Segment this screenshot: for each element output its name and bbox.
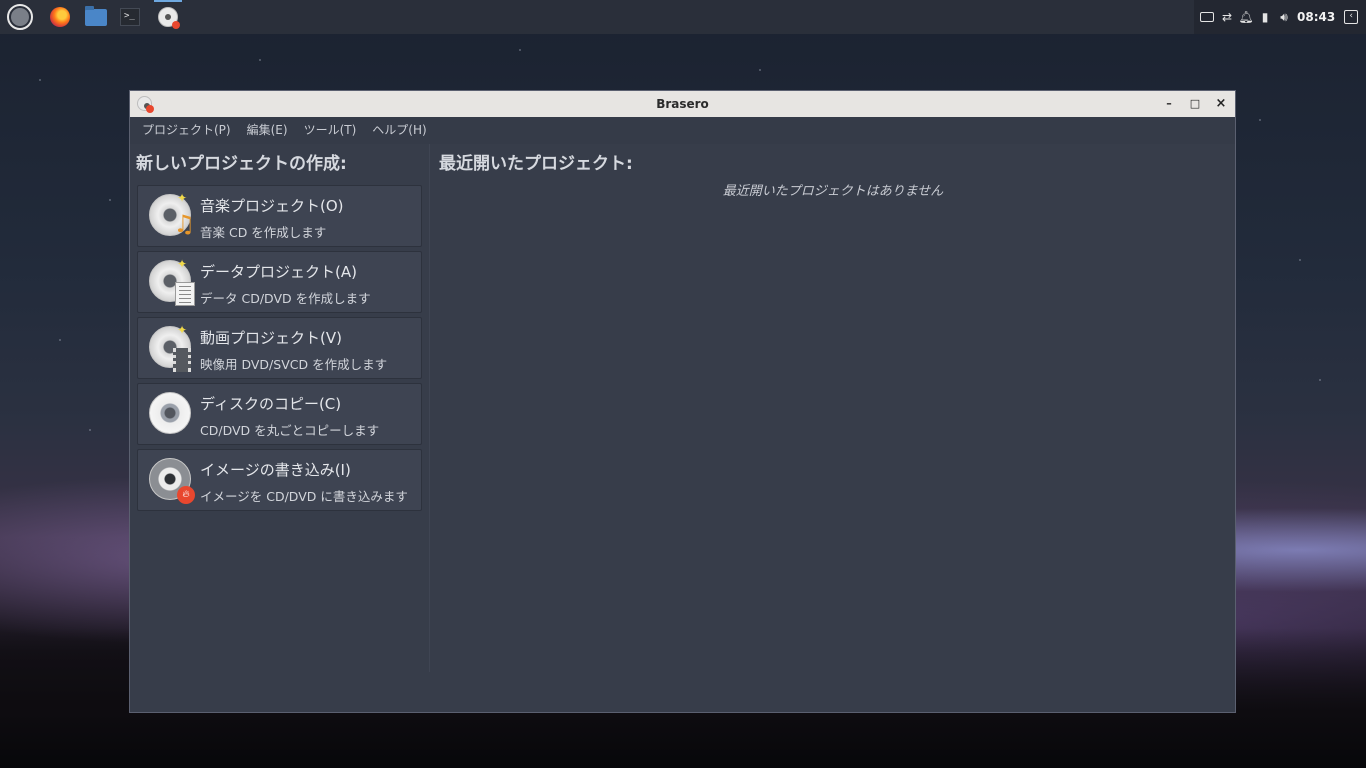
terminal-icon: >_ xyxy=(120,8,140,26)
no-recent-projects-text: 最近開いたプロジェクトはありません xyxy=(722,184,944,199)
project-description: イメージを CD/DVD に書き込みます xyxy=(200,489,408,504)
file-manager-icon xyxy=(85,5,107,26)
terminal-launcher[interactable]: >_ xyxy=(116,3,144,31)
main-content: 新しいプロジェクトの作成: ✦ ♫ 音楽プロジェクト(O) 音楽 CD を作成しま… xyxy=(130,144,1235,712)
project-title: データプロジェクト(A) xyxy=(200,263,357,281)
keyboard-layout-icon[interactable] xyxy=(1200,9,1216,25)
project-title: 音楽プロジェクト(O) xyxy=(200,197,344,215)
window-title: Brasero xyxy=(656,97,709,111)
battery-icon[interactable]: ▮ xyxy=(1257,9,1273,25)
file-manager-launcher[interactable] xyxy=(82,3,110,31)
copy-disc-icon xyxy=(149,392,193,436)
top-panel: >_ ⇄ 🔔︎ ▮ 🔊︎ 08:43 ‹ xyxy=(0,0,1366,34)
brasero-taskbar-button[interactable] xyxy=(154,0,182,31)
video-disc-icon: ✦ xyxy=(149,323,193,372)
volume-icon[interactable]: 🔊︎ xyxy=(1276,9,1292,25)
audio-project-button[interactable]: ✦ ♫ 音楽プロジェクト(O) 音楽 CD を作成します xyxy=(137,185,422,247)
video-project-button[interactable]: ✦ 動画プロジェクト(V) 映像用 DVD/SVCD を作成します xyxy=(137,317,422,379)
menu-icon xyxy=(7,4,33,30)
burn-image-button[interactable]: 🔥︎ イメージの書き込み(I) イメージを CD/DVD に書き込みます xyxy=(137,449,422,511)
window-titlebar[interactable]: Brasero – □ × xyxy=(130,91,1235,117)
network-icon[interactable]: ⇄ xyxy=(1219,9,1235,25)
notifications-icon[interactable]: 🔔︎ xyxy=(1238,9,1254,25)
project-description: データ CD/DVD を作成します xyxy=(200,291,371,306)
maximize-button[interactable]: □ xyxy=(1186,95,1204,113)
app-menu-button[interactable] xyxy=(6,3,34,31)
data-project-button[interactable]: ✦ データプロジェクト(A) データ CD/DVD を作成します xyxy=(137,251,422,313)
menubar: プロジェクト(P) 編集(E) ツール(T) ヘルプ(H) xyxy=(130,117,1235,144)
recent-projects-heading: 最近開いたプロジェクト: xyxy=(439,154,633,174)
brasero-app-icon xyxy=(137,96,154,113)
firefox-launcher[interactable] xyxy=(46,3,74,31)
burn-image-icon: 🔥︎ xyxy=(149,458,195,504)
project-title: 動画プロジェクト(V) xyxy=(200,329,342,347)
close-button[interactable]: × xyxy=(1212,95,1230,113)
brasero-icon xyxy=(158,7,180,29)
project-description: 音楽 CD を作成します xyxy=(200,225,327,240)
copy-disc-button[interactable]: ディスクのコピー(C) CD/DVD を丸ごとコピーします xyxy=(137,383,422,445)
project-description: 映像用 DVD/SVCD を作成します xyxy=(200,357,388,372)
system-tray: ⇄ 🔔︎ ▮ 🔊︎ 08:43 ‹ xyxy=(1194,0,1366,34)
audio-disc-icon: ✦ ♫ xyxy=(149,191,195,238)
project-title: ディスクのコピー(C) xyxy=(200,395,342,413)
recent-projects-pane: 最近開いたプロジェクト: 最近開いたプロジェクトはありません xyxy=(431,144,1235,712)
new-project-pane: 新しいプロジェクトの作成: ✦ ♫ 音楽プロジェクト(O) 音楽 CD を作成しま… xyxy=(130,144,430,672)
menu-tools[interactable]: ツール(T) xyxy=(296,117,365,144)
project-title: イメージの書き込み(I) xyxy=(200,461,351,479)
minimize-button[interactable]: – xyxy=(1160,95,1178,113)
data-disc-icon: ✦ xyxy=(149,257,195,306)
firefox-icon xyxy=(50,7,70,27)
new-project-heading: 新しいプロジェクトの作成: xyxy=(136,154,347,174)
clock[interactable]: 08:43 xyxy=(1297,10,1335,24)
collapse-panel-icon[interactable]: ‹ xyxy=(1344,10,1359,24)
menu-edit[interactable]: 編集(E) xyxy=(239,117,296,144)
menu-project[interactable]: プロジェクト(P) xyxy=(134,117,239,144)
project-description: CD/DVD を丸ごとコピーします xyxy=(200,423,380,438)
brasero-window: Brasero – □ × プロジェクト(P) 編集(E) ツール(T) ヘルプ… xyxy=(129,90,1236,713)
menu-help[interactable]: ヘルプ(H) xyxy=(364,117,434,144)
